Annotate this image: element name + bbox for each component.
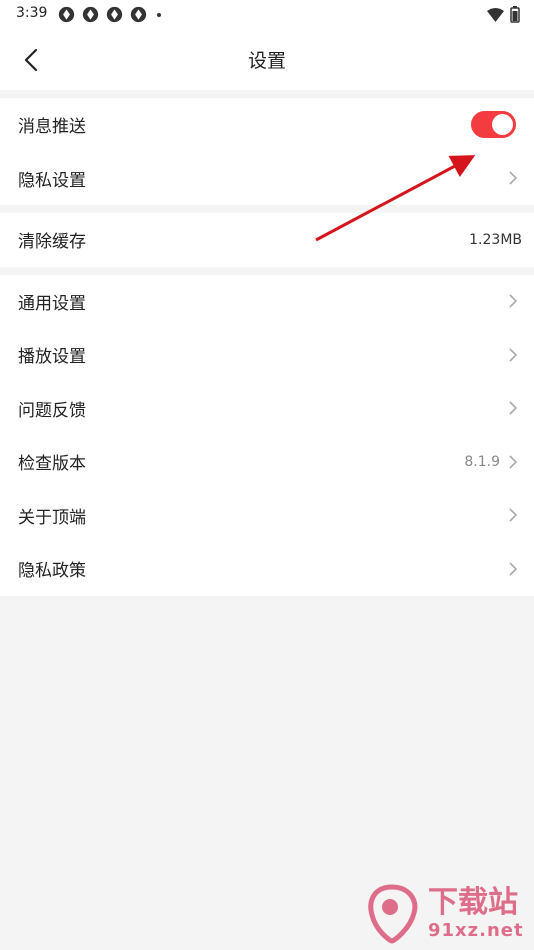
watermark-domain: 91xz.net [428, 919, 524, 941]
chevron-right-icon [509, 294, 518, 308]
setting-label: 关于顶端 [18, 507, 86, 528]
setting-label: 清除缓存 [18, 232, 86, 253]
nav-bar: 设置 [0, 28, 534, 90]
toggle-knob [492, 114, 513, 136]
setting-row-playback[interactable]: 播放设置 [0, 328, 534, 382]
setting-row-feedback[interactable]: 问题反馈 [0, 382, 534, 436]
chevron-right-icon [509, 455, 518, 469]
page-title: 设置 [247, 50, 286, 72]
setting-row-push[interactable]: 消息推送 [0, 98, 534, 152]
watermark-text: 下载站 91xz.net [428, 884, 524, 941]
settings-group-3: 通用设置 播放设置 问题反馈 检查版本 8.1.9 关于顶端 隐私政策 [0, 274, 534, 596]
watermark: 下载站 91xz.net [360, 878, 530, 948]
settings-group-1: 消息推送 隐私设置 [0, 98, 534, 205]
battery-icon [510, 6, 520, 23]
setting-row-about[interactable]: 关于顶端 [0, 489, 534, 543]
version-value: 8.1.9 [464, 453, 500, 470]
setting-label: 播放设置 [18, 347, 86, 368]
setting-row-privacy-policy[interactable]: 隐私政策 [0, 542, 534, 596]
app-icon [82, 6, 99, 23]
wifi-icon [487, 7, 504, 22]
more-notifications-dot [157, 12, 161, 17]
setting-row-general[interactable]: 通用设置 [0, 275, 534, 329]
app-icon [106, 6, 123, 23]
setting-row-clear-cache[interactable]: 清除缓存 1.23MB [0, 213, 534, 267]
chevron-right-icon [509, 401, 518, 415]
chevron-right-icon [509, 508, 518, 522]
push-toggle[interactable] [471, 111, 516, 139]
setting-label: 消息推送 [18, 117, 86, 138]
settings-group-2: 清除缓存 1.23MB [0, 213, 534, 267]
setting-label: 检查版本 [18, 454, 86, 475]
watermark-brand: 下载站 [428, 884, 518, 920]
setting-label: 问题反馈 [18, 400, 86, 421]
setting-row-check-version[interactable]: 检查版本 8.1.9 [0, 435, 534, 489]
status-time: 3:39 [16, 5, 48, 21]
app-icon [130, 6, 147, 23]
setting-label: 隐私政策 [18, 561, 86, 582]
app-icon [58, 6, 75, 23]
notification-icons [58, 6, 161, 23]
setting-row-privacy[interactable]: 隐私设置 [0, 152, 534, 206]
setting-label: 通用设置 [18, 293, 86, 314]
status-right [487, 6, 520, 23]
status-bar: 3:39 [0, 0, 534, 28]
chevron-right-icon [509, 171, 518, 185]
cache-size: 1.23MB [469, 231, 522, 248]
chevron-right-icon [509, 562, 518, 576]
setting-label: 隐私设置 [18, 170, 86, 191]
watermark-logo-icon [368, 884, 418, 944]
chevron-right-icon [509, 348, 518, 362]
